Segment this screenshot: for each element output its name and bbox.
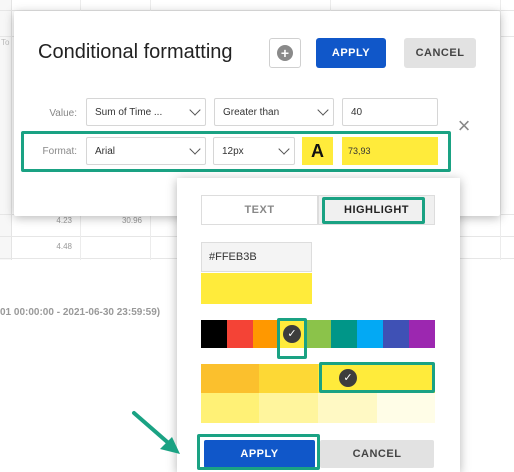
color-swatch-indigo[interactable] bbox=[383, 320, 409, 348]
check-icon: ✓ bbox=[283, 325, 301, 343]
font-size-text: 12px bbox=[222, 145, 244, 157]
color-swatch-black[interactable] bbox=[201, 320, 227, 348]
color-swatch-red[interactable] bbox=[227, 320, 253, 348]
to-column-label: To bbox=[1, 38, 10, 47]
condition-select[interactable]: Greater than bbox=[214, 98, 334, 126]
chevron-down-icon bbox=[317, 104, 329, 116]
tab-text[interactable]: TEXT bbox=[201, 195, 318, 225]
arrow-icon bbox=[132, 411, 180, 454]
grid-line bbox=[500, 0, 501, 260]
threshold-input[interactable]: 40 bbox=[342, 98, 438, 126]
chevron-down-icon bbox=[189, 143, 201, 155]
table-cell: 4.48 bbox=[56, 242, 72, 251]
value-field-select[interactable]: Sum of Time ... bbox=[86, 98, 206, 126]
hex-color-input[interactable]: #FFEB3B bbox=[201, 242, 312, 272]
color-swatch-light-green[interactable] bbox=[305, 320, 331, 348]
shade-swatch[interactable] bbox=[201, 393, 259, 423]
shade-swatch[interactable] bbox=[259, 364, 318, 393]
font-family-text: Arial bbox=[95, 145, 116, 157]
font-size-select[interactable]: 12px bbox=[213, 137, 295, 165]
chevron-down-icon bbox=[189, 104, 201, 116]
format-row-label: Format: bbox=[42, 146, 77, 157]
value-field-text: Sum of Time ... bbox=[95, 106, 163, 118]
color-swatch-orange[interactable] bbox=[253, 320, 279, 348]
threshold-value: 40 bbox=[351, 106, 363, 118]
shade-swatch[interactable] bbox=[259, 393, 318, 423]
picker-cancel-button[interactable]: CANCEL bbox=[320, 440, 434, 468]
shade-swatch-selected[interactable] bbox=[318, 364, 435, 393]
font-family-select[interactable]: Arial bbox=[86, 137, 206, 165]
color-swatch-light-blue[interactable] bbox=[357, 320, 383, 348]
check-icon: ✓ bbox=[339, 369, 357, 387]
selected-color-preview bbox=[201, 273, 312, 304]
picker-apply-button[interactable]: APPLY bbox=[204, 440, 315, 468]
font-color-button[interactable]: A bbox=[302, 137, 333, 165]
color-swatch-purple[interactable] bbox=[409, 320, 435, 348]
cancel-button[interactable]: CANCEL bbox=[404, 38, 476, 68]
plus-circle-icon: + bbox=[277, 45, 293, 61]
table-cell: 4.23 bbox=[56, 216, 72, 225]
tab-highlight[interactable]: HIGHLIGHT bbox=[318, 195, 435, 225]
format-preview: 73,93 bbox=[342, 137, 438, 165]
shade-swatch[interactable] bbox=[201, 364, 259, 393]
date-range-text: 01 00:00:00 - 2021-06-30 23:59:59) bbox=[0, 307, 161, 318]
dialog-title: Conditional formatting bbox=[38, 41, 233, 63]
chevron-down-icon bbox=[278, 143, 290, 155]
shade-swatch[interactable] bbox=[377, 393, 435, 423]
shade-swatch[interactable] bbox=[318, 393, 377, 423]
close-icon[interactable]: × bbox=[454, 115, 474, 137]
color-picker-popup: TEXT HIGHLIGHT #FFEB3B ✓ ✓ APPLY CANCEL bbox=[177, 178, 460, 472]
condition-text: Greater than bbox=[223, 106, 280, 118]
table-cell: 30.96 bbox=[121, 216, 142, 225]
color-swatch-teal[interactable] bbox=[331, 320, 357, 348]
add-rule-button[interactable]: + bbox=[269, 38, 301, 68]
apply-button[interactable]: APPLY bbox=[316, 38, 386, 68]
value-row-label: Value: bbox=[49, 108, 77, 119]
